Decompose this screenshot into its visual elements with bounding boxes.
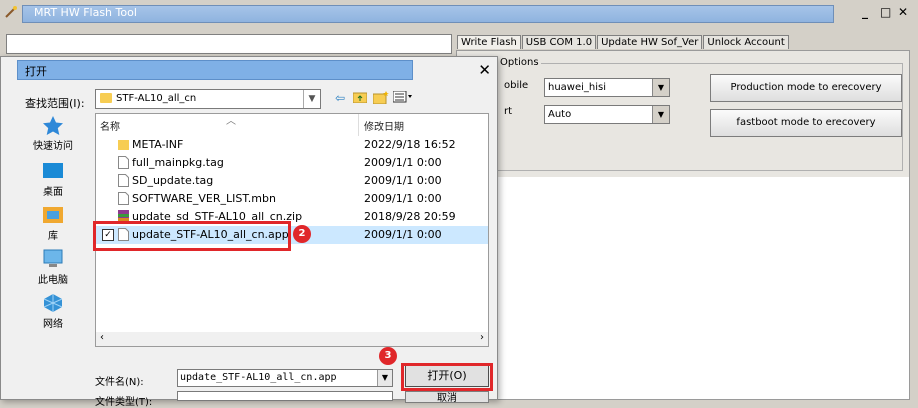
options-group-title: Options: [498, 57, 541, 68]
wand-icon: [5, 6, 17, 18]
list-item[interactable]: META-INF 2022/9/18 16:52: [96, 136, 488, 154]
filename-label: 文件名(N):: [95, 377, 144, 388]
dialog-close-button[interactable]: ✕: [478, 61, 491, 79]
chevron-down-icon: ▼: [652, 79, 669, 96]
star-icon: [43, 116, 63, 135]
highlight-box-selected-file: [93, 221, 291, 251]
mobile-select[interactable]: huawei_hisi ▼: [544, 78, 670, 97]
write-flash-panel: Options obile huawei_hisi ▼ rt Auto ▼ Prod…: [456, 50, 910, 400]
sort-arrow-icon: ︿: [226, 116, 236, 127]
folder-icon: [118, 140, 129, 150]
main-window-title: MRT HW Flash Tool: [34, 6, 137, 19]
tab-unlock-account[interactable]: Unlock Account: [703, 35, 789, 49]
desktop-icon: [43, 163, 63, 178]
horizontal-scrollbar[interactable]: ‹ ›: [96, 332, 488, 346]
place-network[interactable]: 网络: [23, 293, 83, 330]
list-item[interactable]: full_mainpkg.tag 2009/1/1 0:00: [96, 154, 488, 172]
tab-usb-com[interactable]: USB COM 1.0: [521, 35, 597, 49]
tab-update-hw[interactable]: Update HW Sof_Ver: [597, 35, 703, 49]
port-label: rt: [504, 106, 513, 117]
cancel-button[interactable]: 取消: [405, 391, 489, 403]
maximize-button[interactable]: □: [880, 5, 891, 19]
fastboot-mode-button[interactable]: fastboot mode to erecovery: [710, 109, 902, 137]
chevron-down-icon: ▼: [303, 90, 320, 108]
chevron-down-icon: ▼: [652, 106, 669, 123]
filename-input[interactable]: update_STF-AL10_all_cn.app ▼: [177, 369, 393, 387]
open-file-dialog: 打开 ✕ 查找范围(I): STF-AL10_all_cn ▼ ⇦ 快速访问 桌…: [0, 56, 498, 408]
chevron-down-icon[interactable]: ▼: [377, 370, 392, 386]
close-button[interactable]: ✕: [898, 5, 908, 19]
column-name-header[interactable]: 名称: [100, 118, 120, 133]
production-mode-button[interactable]: Production mode to erecovery: [710, 74, 902, 102]
back-arrow-icon[interactable]: ⇦: [335, 91, 345, 105]
lookin-select[interactable]: STF-AL10_all_cn ▼: [95, 89, 321, 109]
dialog-title-bar: 打开 ✕: [1, 57, 497, 83]
filetype-label: 文件类型(T):: [95, 397, 153, 408]
file-icon: [118, 174, 129, 187]
network-icon: [43, 294, 63, 312]
view-menu-icon[interactable]: [392, 90, 413, 106]
minimize-button[interactable]: _: [862, 5, 868, 19]
new-folder-icon[interactable]: [372, 91, 389, 107]
port-select[interactable]: Auto ▼: [544, 105, 670, 124]
place-this-pc[interactable]: 此电脑: [23, 249, 83, 286]
folder-icon: [100, 93, 112, 103]
step-badge-3: 3: [379, 347, 397, 365]
highlight-box-open-button: [401, 363, 493, 391]
tab-strip: Write Flash USB COM 1.0 Update HW Sof_Ve…: [457, 35, 790, 50]
lookin-label: 查找范围(I):: [25, 97, 85, 110]
scroll-right-icon[interactable]: ›: [480, 332, 484, 343]
log-area: [457, 177, 909, 399]
dialog-title: 打开: [25, 65, 47, 78]
place-library[interactable]: 库: [23, 205, 83, 242]
path-input[interactable]: [6, 34, 452, 54]
place-quick-access[interactable]: 快速访问: [23, 115, 83, 152]
place-desktop[interactable]: 桌面: [23, 161, 83, 198]
list-item[interactable]: SOFTWARE_VER_LIST.mbn 2009/1/1 0:00: [96, 190, 488, 208]
column-date-header[interactable]: 修改日期: [364, 118, 404, 133]
tab-write-flash[interactable]: Write Flash: [457, 35, 521, 49]
step-badge-2: 2: [293, 225, 311, 243]
library-icon: [43, 207, 63, 223]
options-group: Options obile huawei_hisi ▼ rt Auto ▼ Prod…: [467, 57, 903, 171]
computer-icon: [43, 249, 63, 267]
file-icon: [118, 192, 129, 205]
scroll-left-icon[interactable]: ‹: [100, 332, 104, 343]
mobile-label: obile: [504, 80, 529, 91]
places-bar: 快速访问 桌面 库 此电脑 网络: [23, 111, 83, 401]
main-title-bar: MRT HW Flash Tool _ □ ✕: [0, 0, 918, 28]
list-item[interactable]: SD_update.tag 2009/1/1 0:00: [96, 172, 488, 190]
file-icon: [118, 156, 129, 169]
up-folder-icon[interactable]: [352, 91, 368, 106]
